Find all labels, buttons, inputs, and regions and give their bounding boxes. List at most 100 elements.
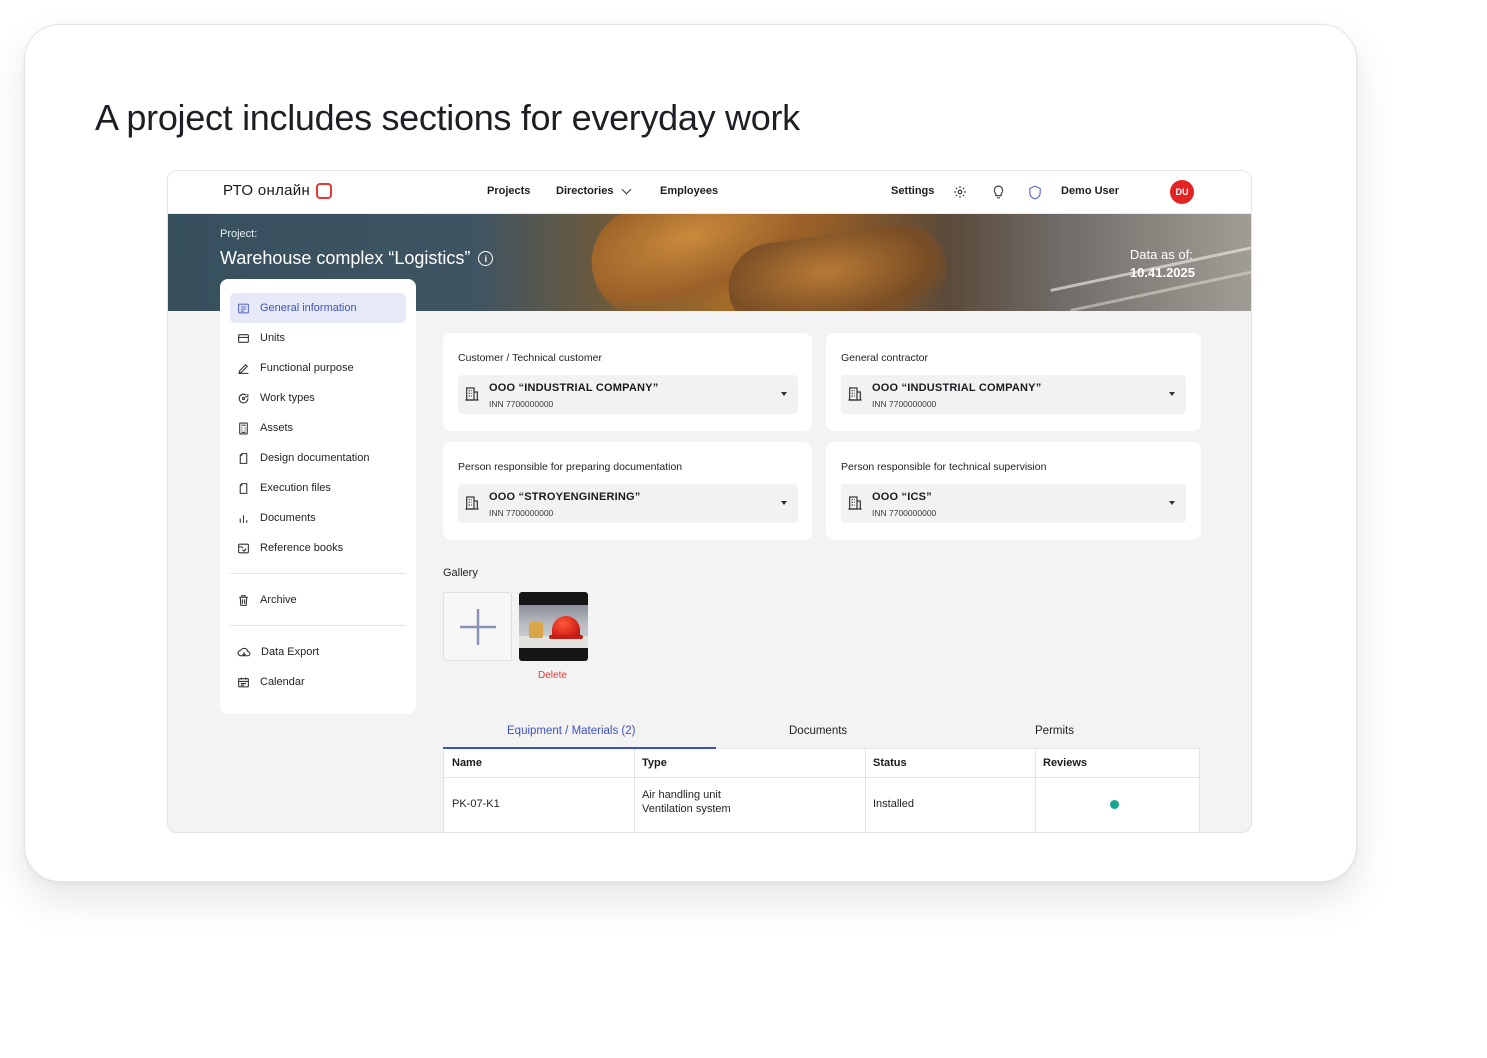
nav-employees[interactable]: Employees — [660, 185, 718, 197]
documentation-responsible-select[interactable]: OOO “STROYENGINERING” INN 7700000000 — [458, 484, 798, 523]
building-icon — [848, 387, 862, 401]
nav-directories[interactable]: Directories — [556, 184, 632, 197]
sidebar-item-archive[interactable]: Archive — [230, 585, 406, 615]
presentation-card: A project includes sections for everyday… — [24, 24, 1357, 882]
building-icon — [848, 496, 862, 510]
chevron-down-icon — [622, 184, 632, 194]
tabs: Equipment / Materials (2) Documents Perm… — [443, 724, 1200, 749]
tab-documents[interactable]: Documents — [789, 725, 847, 737]
sidebar-item-units[interactable]: Units — [230, 323, 406, 353]
review-status-dot — [1110, 800, 1119, 809]
field-label: Customer / Technical customer — [458, 352, 602, 364]
sidebar-item-documents[interactable]: Documents — [230, 503, 406, 533]
folder-icon — [238, 333, 249, 343]
column-header-name[interactable]: Name — [452, 757, 482, 769]
sidebar-item-label: Archive — [260, 594, 297, 606]
technical-supervision-card: Person responsible for technical supervi… — [826, 442, 1201, 540]
sidebar-item-label: Units — [260, 332, 286, 344]
company-inn: INN 7700000000 — [872, 508, 937, 518]
customer-card: Customer / Technical customer OOO “INDUS… — [443, 333, 812, 431]
general-contractor-card: General contractor OOO “INDUSTRIAL COMPA… — [826, 333, 1201, 431]
calendar-icon — [238, 677, 249, 687]
nav-directories-label: Directories — [556, 185, 614, 197]
sidebar-item-execution-files[interactable]: Execution files — [230, 473, 406, 503]
sidebar-item-reference-books[interactable]: Reference books — [230, 533, 406, 563]
field-label: Person responsible for preparing documen… — [458, 461, 683, 473]
customer-select[interactable]: OOO “INDUSTRIAL COMPANY” INN 7700000000 — [458, 375, 798, 414]
column-header-type[interactable]: Type — [642, 757, 667, 769]
sidebar-item-data-export[interactable]: Data Export — [230, 637, 406, 667]
column-divider — [865, 749, 866, 832]
project-title-text: Warehouse complex “Logistics” — [220, 248, 471, 268]
file-icon — [239, 452, 248, 464]
photo-object — [529, 622, 543, 638]
sidebar-item-label: Documents — [260, 512, 316, 524]
general-contractor-select[interactable]: OOO “INDUSTRIAL COMPANY” INN 7700000000 — [841, 375, 1186, 414]
row-type-line2: Ventilation system — [642, 803, 731, 815]
user-name[interactable]: Demo User — [1061, 185, 1119, 197]
technical-supervision-select[interactable]: OOO “ICS” INN 7700000000 — [841, 484, 1186, 523]
caret-down-icon — [781, 501, 787, 505]
nav-projects[interactable]: Projects — [487, 185, 530, 197]
sidebar-item-label: Assets — [260, 422, 294, 434]
gear-icon[interactable] — [951, 183, 969, 201]
sidebar-item-assets[interactable]: Assets — [230, 413, 406, 443]
list-icon — [238, 303, 249, 313]
app-window: РТО онлайн Projects Directories Employee… — [167, 170, 1252, 833]
sidebar-item-design-documentation[interactable]: Design documentation — [230, 443, 406, 473]
column-header-status[interactable]: Status — [873, 757, 907, 769]
logo[interactable]: РТО онлайн — [223, 182, 333, 199]
building-icon — [465, 387, 479, 401]
add-photo-button[interactable] — [443, 592, 512, 661]
sidebar-item-label: Reference books — [260, 542, 344, 554]
company-inn: INN 7700000000 — [489, 399, 554, 409]
tab-permits[interactable]: Permits — [1035, 725, 1074, 737]
headline: A project includes sections for everyday… — [95, 97, 800, 138]
info-icon[interactable]: i — [478, 251, 494, 266]
sidebar: General information Units Functional pur… — [220, 279, 416, 714]
sidebar-item-work-types[interactable]: Work types — [230, 383, 406, 413]
avatar[interactable]: DU — [1170, 180, 1194, 204]
field-label: Person responsible for technical supervi… — [841, 461, 1047, 473]
caret-down-icon — [1169, 392, 1175, 396]
data-as-of-date: 10.41.2025 — [1129, 265, 1195, 280]
caret-down-icon — [781, 392, 787, 396]
caret-down-icon — [1169, 501, 1175, 505]
tab-equipment-materials[interactable]: Equipment / Materials (2) — [507, 725, 635, 737]
bar-chart-icon — [239, 514, 248, 523]
nav-settings[interactable]: Settings — [891, 185, 934, 197]
logo-text: РТО онлайн — [223, 182, 311, 199]
equipment-table: Name Type Status Reviews PK-07-K1 Air ha… — [443, 749, 1200, 832]
row-name[interactable]: PK-07-K1 — [452, 798, 500, 810]
photo-helmet-brim — [549, 635, 583, 639]
sidebar-item-label: General information — [260, 302, 357, 314]
sidebar-item-label: Data Export — [261, 646, 320, 658]
sidebar-item-general-information[interactable]: General information — [230, 293, 406, 323]
cloud-icon — [237, 647, 251, 656]
sidebar-item-label: Functional purpose — [260, 362, 354, 374]
company-name: OOO “STROYENGINERING” — [489, 491, 641, 503]
sidebar-item-calendar[interactable]: Calendar — [230, 667, 406, 697]
row-type-line1: Air handling unit — [642, 789, 721, 801]
data-as-of: Data as of: 10.41.2025 — [1130, 246, 1195, 282]
project-title: Warehouse complex “Logistics” i — [220, 248, 494, 269]
sidebar-item-label: Execution files — [260, 482, 331, 494]
sidebar-item-functional-purpose[interactable]: Functional purpose — [230, 353, 406, 383]
column-divider — [634, 749, 635, 832]
sidebar-divider — [230, 573, 406, 574]
sidebar-item-label: Work types — [260, 392, 315, 404]
calculator-icon — [239, 422, 248, 434]
gallery-photo[interactable] — [519, 592, 588, 661]
refresh-icon — [238, 393, 249, 403]
shield-icon[interactable] — [1026, 183, 1044, 201]
column-header-reviews[interactable]: Reviews — [1043, 757, 1087, 769]
book-icon — [238, 543, 249, 553]
plus-icon — [459, 608, 496, 645]
company-name: OOO “ICS” — [872, 491, 932, 503]
lightbulb-icon[interactable] — [989, 183, 1007, 201]
logo-square-icon — [316, 182, 333, 199]
company-name: OOO “INDUSTRIAL COMPANY” — [872, 382, 1042, 394]
data-as-of-label: Data as of: — [1129, 247, 1193, 262]
documentation-responsible-card: Person responsible for preparing documen… — [443, 442, 812, 540]
delete-photo-link[interactable]: Delete — [538, 670, 567, 681]
